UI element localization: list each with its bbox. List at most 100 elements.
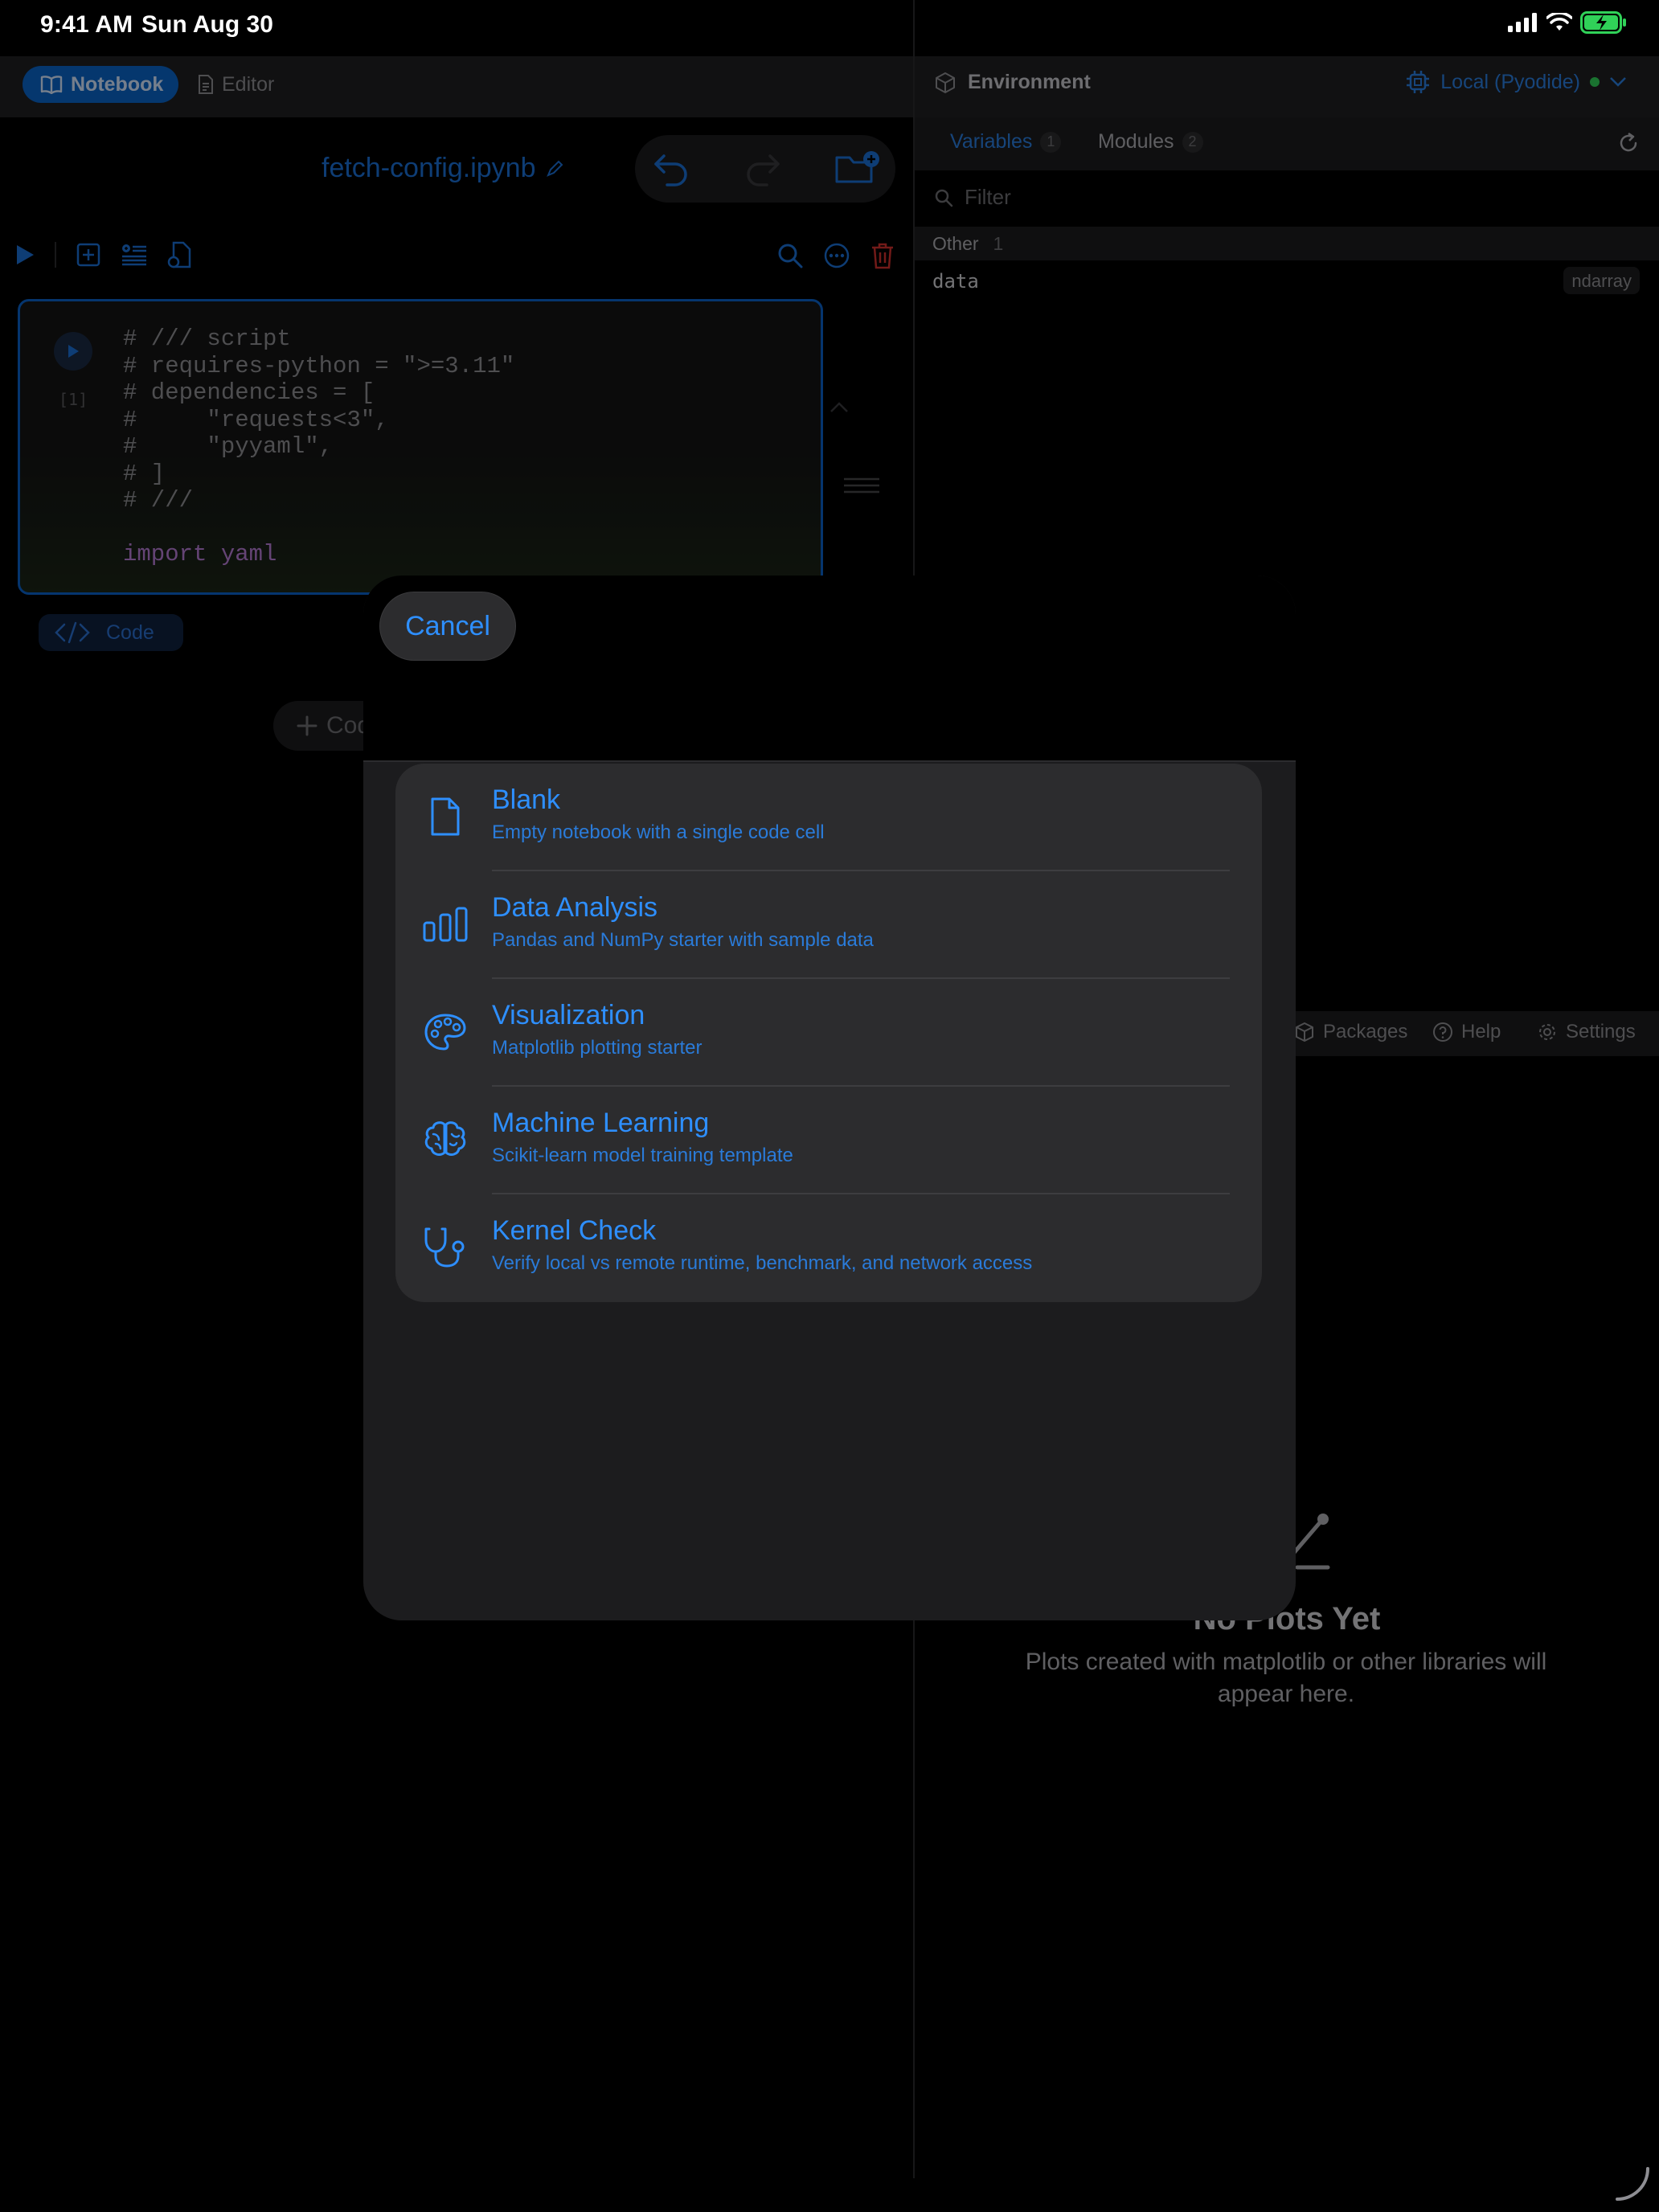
template-subtitle: Scikit-learn model training template xyxy=(492,1145,793,1166)
notebook-filename: fetch-config.ipynb xyxy=(322,153,536,183)
status-time: 9:41 AM xyxy=(40,11,133,38)
template-item-visualization[interactable]: Visualization Matplotlib plotting starte… xyxy=(395,979,1262,1087)
runtime-selector[interactable]: Local (Pyodide) xyxy=(1405,69,1627,95)
filter-placeholder: Filter xyxy=(965,185,1011,209)
tab-packages[interactable]: Packages xyxy=(1294,1021,1407,1043)
collapse-chevron-icon[interactable] xyxy=(830,402,849,413)
refresh-icon[interactable] xyxy=(1617,132,1640,154)
tab-help-label: Help xyxy=(1461,1021,1501,1043)
template-subtitle: Matplotlib plotting starter xyxy=(492,1037,703,1059)
chevron-down-icon xyxy=(1609,76,1627,88)
new-folder-icon[interactable] xyxy=(834,150,881,186)
add-file-icon[interactable] xyxy=(167,241,193,268)
tab-variables-count: 1 xyxy=(1040,131,1062,153)
notebook-title[interactable]: fetch-config.ipynb xyxy=(322,153,563,184)
cancel-button[interactable]: Cancel xyxy=(379,592,516,661)
template-subtitle: Pandas and NumPy starter with sample dat… xyxy=(492,929,874,951)
gear-icon xyxy=(1537,1022,1558,1043)
variable-name[interactable]: data xyxy=(932,270,979,293)
chart-line-icon xyxy=(1289,1511,1337,1575)
battery-charging-icon xyxy=(1580,11,1627,34)
stethoscope-icon xyxy=(420,1222,471,1273)
palette-icon xyxy=(420,1006,471,1058)
plots-empty-description: Plots created with matplotlib or other l… xyxy=(1025,1649,1547,1707)
template-title: Machine Learning xyxy=(492,1108,710,1138)
variable-group-label: Other 1 xyxy=(932,233,1003,255)
book-icon xyxy=(40,75,63,94)
new-notebook-sheet: Cancel Blank Empty notebook with a singl… xyxy=(363,576,1296,1620)
cell-type-chip[interactable]: Code xyxy=(39,614,183,651)
tab-variables-label: Variables xyxy=(950,130,1033,153)
runtime-label: Local (Pyodide) xyxy=(1440,70,1580,93)
tab-help[interactable]: Help xyxy=(1432,1021,1501,1043)
cube-icon xyxy=(934,72,956,94)
code-line: # dependencies = [ xyxy=(123,379,375,406)
code-line: # "pyyaml", xyxy=(123,433,334,460)
notebook-tab-label: Notebook xyxy=(71,72,164,96)
cellular-signal-icon xyxy=(1508,13,1538,32)
tab-settings[interactable]: Settings xyxy=(1537,1021,1636,1043)
template-item-data-analysis[interactable]: Data Analysis Pandas and NumPy starter w… xyxy=(395,871,1262,979)
code-line: # requires-python = ">=3.11" xyxy=(123,352,515,379)
add-markdown-icon[interactable] xyxy=(121,242,148,268)
filter-input[interactable]: Filter xyxy=(934,185,1011,210)
template-title: Kernel Check xyxy=(492,1215,657,1246)
tab-modules-label: Modules xyxy=(1098,130,1174,153)
code-editor[interactable]: # /// script # requires-python = ">=3.11"… xyxy=(123,326,514,568)
tab-modules-count: 2 xyxy=(1182,131,1203,153)
toolbar-divider xyxy=(55,242,56,268)
cpu-icon xyxy=(1405,69,1431,95)
template-item-kernel-check[interactable]: Kernel Check Verify local vs remote runt… xyxy=(395,1194,1262,1302)
template-title: Data Analysis xyxy=(492,892,657,923)
runtime-status-dot xyxy=(1590,77,1600,87)
editor-tab[interactable]: Editor xyxy=(198,66,274,103)
brain-icon xyxy=(420,1114,471,1165)
group-name: Other xyxy=(932,233,979,254)
environment-title-label: Environment xyxy=(968,71,1091,93)
wifi-icon xyxy=(1546,13,1572,32)
template-subtitle: Empty notebook with a single code cell xyxy=(492,821,825,843)
help-icon xyxy=(1432,1022,1453,1043)
filter-row xyxy=(915,170,1659,227)
template-item-blank[interactable]: Blank Empty notebook with a single code … xyxy=(395,764,1262,871)
environment-title: Environment xyxy=(934,71,1091,94)
document-icon xyxy=(420,791,471,842)
trash-icon[interactable] xyxy=(870,241,895,270)
doc-text-icon xyxy=(198,74,214,95)
code-line: # /// xyxy=(123,487,194,514)
tab-variables[interactable]: Variables 1 xyxy=(950,130,1062,154)
run-all-icon[interactable] xyxy=(14,244,35,266)
cell-type-label: Code xyxy=(106,621,154,644)
template-title: Blank xyxy=(492,784,561,815)
package-icon xyxy=(1294,1022,1315,1043)
plus-icon xyxy=(296,715,318,737)
more-icon[interactable] xyxy=(823,242,850,269)
search-icon xyxy=(934,188,953,207)
template-title: Visualization xyxy=(492,1000,645,1030)
bar-chart-icon xyxy=(420,899,471,950)
tab-packages-label: Packages xyxy=(1323,1021,1408,1043)
code-brackets-icon xyxy=(55,621,90,644)
sheet-header: Cancel xyxy=(363,576,1296,762)
variable-group-header xyxy=(915,227,1659,260)
search-icon[interactable] xyxy=(776,242,804,269)
tab-settings-label: Settings xyxy=(1566,1021,1636,1043)
editor-tab-label: Editor xyxy=(222,72,275,96)
tab-modules[interactable]: Modules 2 xyxy=(1098,130,1203,154)
notebook-tab[interactable]: Notebook xyxy=(23,66,178,103)
variable-type-badge: ndarray xyxy=(1563,267,1640,294)
resize-corner-icon xyxy=(1614,2165,1651,2202)
add-cell-icon[interactable] xyxy=(76,242,101,268)
redo-icon[interactable] xyxy=(744,151,781,186)
code-line: # /// script xyxy=(123,326,291,352)
code-line: # ] xyxy=(123,460,166,487)
drag-handle-icon[interactable] xyxy=(844,477,879,494)
status-indicators xyxy=(1508,11,1627,34)
template-item-machine-learning[interactable]: Machine Learning Scikit-learn model trai… xyxy=(395,1087,1262,1194)
code-cell[interactable]: [1] # /// script # requires-python = ">=3… xyxy=(18,299,823,595)
history-toolbar xyxy=(635,135,895,203)
template-list: Blank Empty notebook with a single code … xyxy=(395,764,1262,1302)
undo-icon[interactable] xyxy=(653,151,690,186)
run-cell-button[interactable] xyxy=(54,332,92,371)
